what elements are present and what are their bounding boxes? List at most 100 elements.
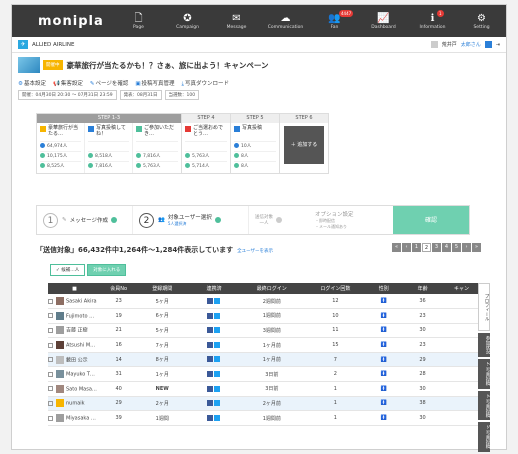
column-header[interactable]: 最終ログイン — [239, 283, 304, 294]
side-tab[interactable]: 2. 写真投稿 — [478, 359, 490, 389]
last-login: 1ヶ月前 — [239, 352, 304, 368]
wizard-step-1[interactable]: 1 ✎ メッセージ作成 — [37, 206, 133, 234]
table-row[interactable]: Miyasaka … 39 1週間 1週間前 1 🚹 30 — [48, 410, 478, 426]
step-cell-name: 写真投稿してね！ — [88, 125, 129, 141]
last-login: 3日前 — [239, 381, 304, 397]
step-cell[interactable]: ご参加いただき… 7,816人 5,763人 — [133, 123, 181, 173]
row-checkbox[interactable] — [48, 313, 53, 319]
user-name-cell[interactable]: Sasaki Akira — [48, 294, 101, 310]
row-checkbox[interactable] — [48, 327, 53, 333]
count-icon — [40, 153, 45, 158]
row-checkbox[interactable] — [48, 415, 53, 421]
row-checkbox[interactable] — [48, 357, 53, 363]
result-count: 「送信対象」66,432件中1,264件〜1,284件表示しています 全ユーザーを… — [36, 246, 274, 254]
wizard-step-4[interactable]: オプション設定 ・即時配信 ・メール通知あり — [309, 206, 379, 234]
nav-item-information[interactable]: ℹ Information 1 — [408, 9, 457, 30]
column-header[interactable]: 会員No — [101, 283, 137, 294]
table-row[interactable]: 藪田 公示 14 8ヶ月 1ヶ月前 7 🚹 29 — [48, 352, 478, 368]
user-name-cell[interactable]: Fujimoto … — [48, 308, 101, 324]
side-tab[interactable]: 5. 写真投稿 — [478, 422, 490, 453]
user-name: Sasaki Akira — [66, 298, 97, 305]
page-link[interactable]: 4 — [442, 243, 451, 252]
nav-item-setting[interactable]: ⚙ Setting — [457, 13, 506, 30]
step-cell[interactable]: 写真投稿してね！ 8,518人 7,816人 — [85, 123, 133, 173]
user-label-2[interactable]: 太郎さん — [461, 41, 481, 48]
page-link[interactable]: 1 — [412, 243, 421, 252]
table-row[interactable]: Mayuko T… 31 1ヶ月 3日前 2 🚺 28 — [48, 366, 478, 383]
login-count: 2 — [303, 366, 368, 383]
confirm-button[interactable]: 確認 — [393, 206, 469, 234]
column-header[interactable]: 年齢 — [400, 283, 445, 294]
nav-item-fan[interactable]: 👥 Fan 4447 — [310, 9, 359, 30]
column-header[interactable]: ログイン回数 — [303, 283, 368, 294]
candidate-filter[interactable]: ✓ 候補…人 — [50, 264, 86, 276]
meta-announce: 発表：08月31日 — [119, 90, 162, 100]
row-checkbox[interactable] — [48, 371, 53, 377]
row-checkbox[interactable] — [48, 298, 53, 304]
promotion-settings-link[interactable]: 📢集客設定 — [53, 79, 83, 87]
notice-icon[interactable] — [484, 41, 492, 48]
avatar — [56, 384, 64, 393]
user-name-cell[interactable]: Miyasaka … — [48, 410, 101, 426]
linked-accounts — [188, 294, 240, 310]
user-name-cell[interactable]: Atsushi M… — [48, 337, 101, 353]
male-icon: 🚹 — [367, 352, 401, 368]
row-checkbox[interactable] — [48, 386, 53, 392]
page-link[interactable]: 3 — [432, 243, 441, 252]
table-row[interactable]: numaik 29 2ヶ月 2ヶ月前 1 🚹 38 — [48, 396, 478, 412]
logout-icon[interactable]: ⇥ — [496, 42, 500, 48]
nav-item-campaign[interactable]: ✪ Campaign — [163, 13, 212, 30]
column-header[interactable]: キャン — [444, 283, 478, 294]
step-cell-name: ご参加いただき… — [136, 125, 178, 141]
table-row[interactable]: Sato Masa… 40 NEW 3日前 1 🚹 30 — [48, 381, 478, 397]
user-name-cell[interactable]: Sato Masa… — [48, 381, 101, 397]
column-header[interactable]: ■ — [48, 283, 101, 294]
side-tab[interactable]: 参加状況 — [478, 333, 490, 357]
step-cell[interactable]: 豪華旅行が当たる… 64,974人 10,175人 8,525人 — [37, 123, 85, 173]
page-link[interactable]: › — [462, 243, 471, 252]
step-cell[interactable]: ご当選おめでとう… 5,763人 5,714人 — [182, 123, 230, 173]
basic-settings-link[interactable]: ⚙基本設定 — [18, 79, 46, 87]
column-header[interactable]: 登録期間 — [136, 283, 189, 294]
male-icon: 🚹 — [367, 396, 401, 412]
side-tab[interactable]: 3. 写真投稿 — [478, 390, 490, 421]
wizard-step-3[interactable]: 送信対象 一人 — [249, 206, 309, 234]
nav-item-dashboard[interactable]: 📈 Dashboard — [359, 13, 408, 30]
add-to-target-button[interactable]: 対象に入れる — [87, 264, 127, 276]
user-name-cell[interactable]: Mayuko T… — [48, 366, 101, 383]
table-row[interactable]: Atsushi M… 16 7ヶ月 1ヶ月前 15 🚹 23 — [48, 337, 478, 353]
page-link[interactable]: 2 — [422, 243, 431, 252]
photo-download-link[interactable]: ⤓写真ダウンロード — [182, 79, 229, 88]
registration-period: 1週間 — [136, 410, 189, 426]
side-tab[interactable]: プロフィール — [478, 283, 490, 331]
last-login: 1週間前 — [239, 308, 304, 324]
user-name-cell[interactable]: numaik — [48, 396, 101, 412]
table-row[interactable]: Fujimoto … 19 6ヶ月 1週間前 10 🚺 23 — [48, 308, 478, 324]
user-name-cell[interactable]: 藪田 公示 — [48, 352, 101, 368]
page-link[interactable]: » — [472, 243, 481, 252]
add-step-button[interactable]: ＋ 追加する — [284, 126, 324, 164]
user-label-1[interactable]: 荒井戸 — [442, 41, 457, 48]
user-name-cell[interactable]: 吉藤 正樹 — [48, 323, 101, 339]
photo-management-link[interactable]: ▣投稿写真管理 — [135, 79, 174, 87]
page-link[interactable]: « — [392, 243, 401, 252]
check-icon — [111, 217, 117, 223]
show-all-users-link[interactable]: 全ユーザーを表示 — [237, 249, 273, 254]
preview-page-link[interactable]: ✎ページを確認 — [90, 79, 129, 87]
table-row[interactable]: 吉藤 正樹 21 5ヶ月 3週間前 11 🚹 30 — [48, 323, 478, 339]
step-cell[interactable]: 写真投稿 10人 8人 8人 — [231, 123, 279, 173]
nav-item-communication[interactable]: ☁ Communication — [261, 13, 310, 30]
count-icon — [234, 143, 239, 148]
row-checkbox[interactable] — [48, 400, 53, 406]
column-header[interactable]: 性別 — [367, 283, 401, 294]
page-link[interactable]: ‹ — [402, 243, 411, 252]
nav-item-page[interactable]: 🗋 Page — [114, 13, 163, 30]
row-checkbox[interactable] — [48, 342, 53, 348]
step-count-row: 5,763人 — [136, 161, 178, 171]
column-header[interactable]: 連携済 — [188, 283, 240, 294]
nav-item-message[interactable]: ✉ Message — [212, 13, 261, 30]
table-row[interactable]: Sasaki Akira 23 5ヶ月 2週間前 12 🚹 36 — [48, 294, 478, 310]
meta-winners: 当選数：100 — [164, 90, 200, 100]
wizard-step-2[interactable]: 2 👥 対象ユーザー選択 5人選択済 — [133, 206, 249, 234]
page-link[interactable]: 5 — [452, 243, 461, 252]
